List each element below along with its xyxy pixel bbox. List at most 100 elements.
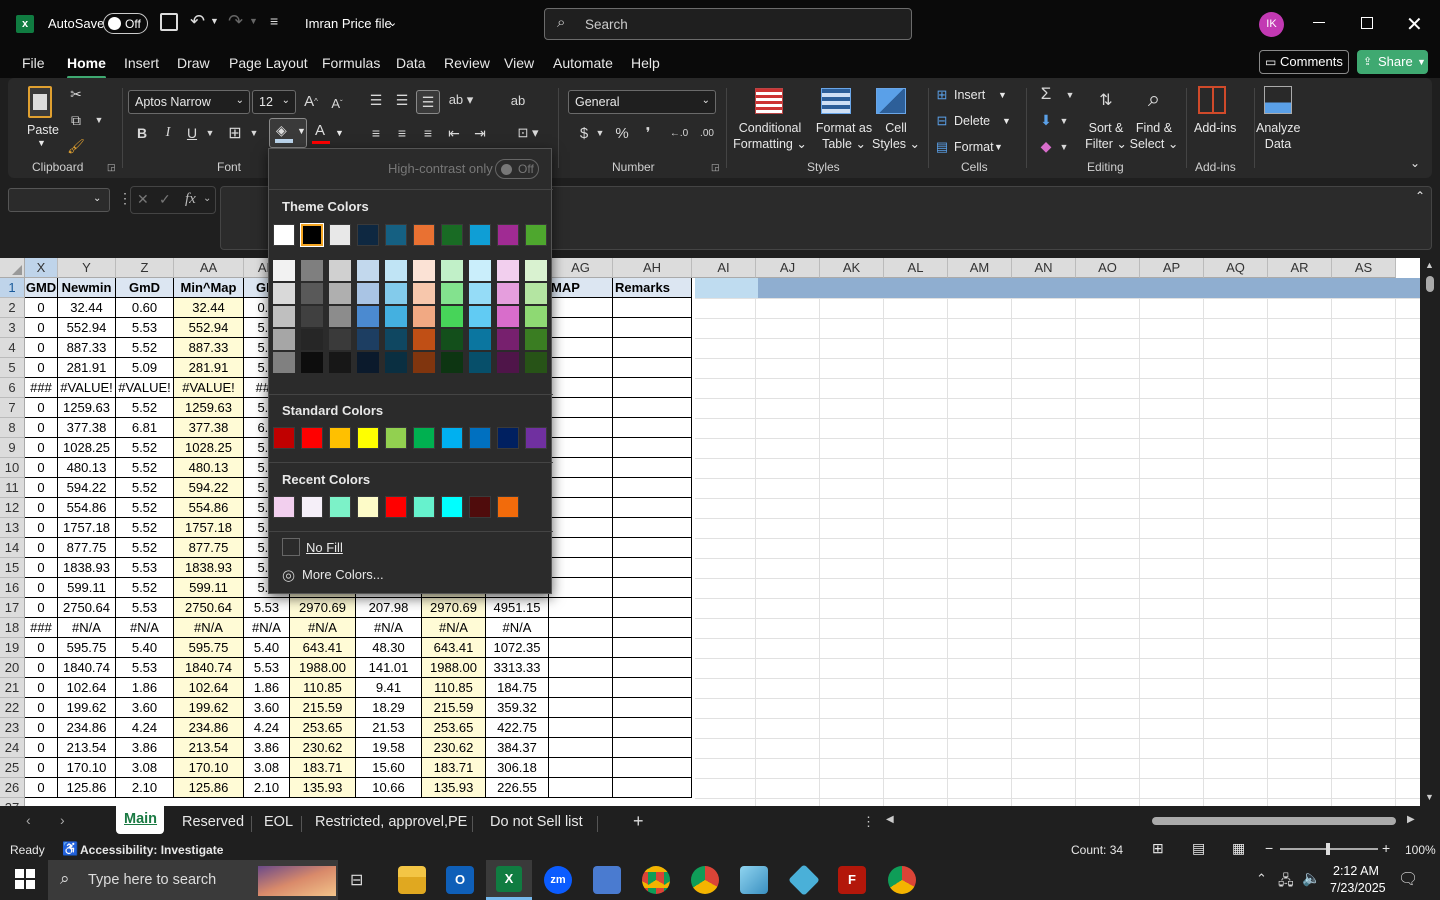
standard-color-swatch[interactable]	[525, 427, 547, 449]
cell[interactable]: 5.53	[116, 658, 174, 678]
cell[interactable]: 0	[25, 358, 58, 378]
chrome-alt-icon[interactable]	[888, 866, 916, 894]
cell[interactable]	[613, 318, 692, 338]
row-header[interactable]: 15	[0, 558, 25, 578]
normal-view-icon[interactable]: ⊞	[1152, 840, 1164, 857]
theme-shade-swatch[interactable]	[329, 283, 351, 304]
theme-color-swatch[interactable]	[300, 223, 324, 247]
cell[interactable]: #N/A	[290, 618, 356, 638]
cell[interactable]: 377.38	[174, 418, 244, 438]
cell[interactable]: 4.24	[116, 718, 174, 738]
cell[interactable]: 480.13	[58, 458, 116, 478]
cell[interactable]: 19.58	[356, 738, 422, 758]
row-header[interactable]: 3	[0, 318, 25, 338]
format-cells-icon[interactable]: ▤	[932, 138, 952, 156]
row-header[interactable]: 8	[0, 418, 25, 438]
scroll-right-icon[interactable]: ▶	[1407, 814, 1415, 825]
conditional-formatting-button[interactable]: Conditional Formatting ⌄	[730, 120, 810, 152]
chrome-profile-icon[interactable]	[691, 866, 719, 894]
sheet-tab-reserved[interactable]: Reserved	[182, 814, 244, 830]
cell[interactable]: 2.10	[244, 778, 290, 798]
cell[interactable]: 3.60	[116, 698, 174, 718]
cell[interactable]: 5.09	[116, 358, 174, 378]
undo-dropdown-icon[interactable]: ▼	[210, 16, 219, 26]
save-icon[interactable]	[160, 13, 178, 31]
recent-color-swatch[interactable]	[385, 496, 407, 518]
cell[interactable]	[613, 578, 692, 598]
fill-icon[interactable]: ⬇	[1036, 110, 1056, 130]
insert-cells-icon[interactable]: ⊞	[932, 86, 952, 104]
avatar[interactable]: IK	[1259, 12, 1284, 37]
paste-button[interactable]: Paste	[27, 122, 59, 138]
tab-review[interactable]: Review	[444, 55, 490, 71]
cell[interactable]	[549, 638, 613, 658]
tab-home[interactable]: Home	[67, 55, 106, 79]
cell[interactable]: ###	[25, 618, 58, 638]
ribbon-collapse-icon[interactable]: ⌄	[1410, 156, 1420, 170]
cell[interactable]: 9.41	[356, 678, 422, 698]
merge-center-icon[interactable]: ⊡ ▾	[506, 123, 550, 143]
recent-color-swatch[interactable]	[329, 496, 351, 518]
cell[interactable]: 234.86	[174, 718, 244, 738]
number-launcher-icon[interactable]: ◲	[711, 162, 720, 173]
theme-shade-swatch[interactable]	[497, 260, 519, 281]
tab-file[interactable]: File	[22, 55, 45, 71]
cell[interactable]	[613, 458, 692, 478]
column-header[interactable]: AM	[948, 258, 1012, 278]
bottom-align-icon[interactable]: ☰	[416, 90, 440, 114]
cell[interactable]: 0	[25, 778, 58, 798]
theme-shade-swatch[interactable]	[441, 283, 463, 304]
column-header[interactable]: AO	[1076, 258, 1140, 278]
theme-shade-swatch[interactable]	[385, 283, 407, 304]
cell[interactable]: 215.59	[422, 698, 486, 718]
row-header[interactable]: 19	[0, 638, 25, 658]
cell[interactable]: 3.86	[244, 738, 290, 758]
cell[interactable]: 1.86	[244, 678, 290, 698]
theme-shade-swatch[interactable]	[301, 352, 323, 373]
theme-shade-swatch[interactable]	[525, 283, 547, 304]
sort-filter-button[interactable]: Sort & Filter ⌄	[1082, 120, 1130, 152]
filezilla-icon[interactable]: F	[838, 866, 866, 894]
column-header[interactable]: X	[25, 258, 58, 278]
theme-shade-swatch[interactable]	[441, 329, 463, 350]
row-header[interactable]: 25	[0, 758, 25, 778]
theme-shade-swatch[interactable]	[441, 260, 463, 281]
recent-color-swatch[interactable]	[273, 496, 295, 518]
cell[interactable]	[549, 538, 613, 558]
theme-color-swatch[interactable]	[413, 224, 435, 246]
insert-dropdown-icon[interactable]: ▼	[998, 90, 1007, 100]
orientation-icon[interactable]: ab ▾	[445, 90, 477, 110]
cell[interactable]: GMD	[25, 278, 58, 298]
more-colors-option[interactable]: ◎ More Colors...	[269, 562, 553, 588]
recent-color-swatch[interactable]	[413, 496, 435, 518]
cell[interactable]: 1259.63	[58, 398, 116, 418]
addins-button[interactable]: Add-ins	[1194, 120, 1236, 136]
theme-shade-swatch[interactable]	[385, 352, 407, 373]
theme-shade-swatch[interactable]	[357, 352, 379, 373]
cell[interactable]	[613, 698, 692, 718]
cell[interactable]: 102.64	[58, 678, 116, 698]
clock-time[interactable]: 2:12 AM	[1333, 864, 1379, 878]
cell[interactable]	[613, 758, 692, 778]
cell[interactable]	[549, 318, 613, 338]
clear-dropdown-icon[interactable]: ▼	[1058, 140, 1070, 154]
cell[interactable]	[549, 618, 613, 638]
customize-qat-icon[interactable]: ≡	[270, 13, 278, 29]
cell[interactable]	[549, 358, 613, 378]
cell[interactable]: 0	[25, 638, 58, 658]
cell[interactable]	[613, 618, 692, 638]
cell[interactable]	[613, 418, 692, 438]
theme-shade-swatch[interactable]	[301, 306, 323, 327]
theme-color-swatch[interactable]	[273, 224, 295, 246]
cell[interactable]: 480.13	[174, 458, 244, 478]
cell[interactable]: 643.41	[290, 638, 356, 658]
row-header[interactable]: 5	[0, 358, 25, 378]
cell[interactable]: #N/A	[356, 618, 422, 638]
theme-shade-swatch[interactable]	[413, 260, 435, 281]
cell[interactable]: 384.37	[486, 738, 549, 758]
theme-shade-swatch[interactable]	[413, 306, 435, 327]
cell[interactable]	[613, 518, 692, 538]
cell[interactable]: 5.53	[116, 558, 174, 578]
share-button[interactable]: ⇪ Share ▼	[1357, 50, 1428, 74]
cell[interactable]: Newmin	[58, 278, 116, 298]
